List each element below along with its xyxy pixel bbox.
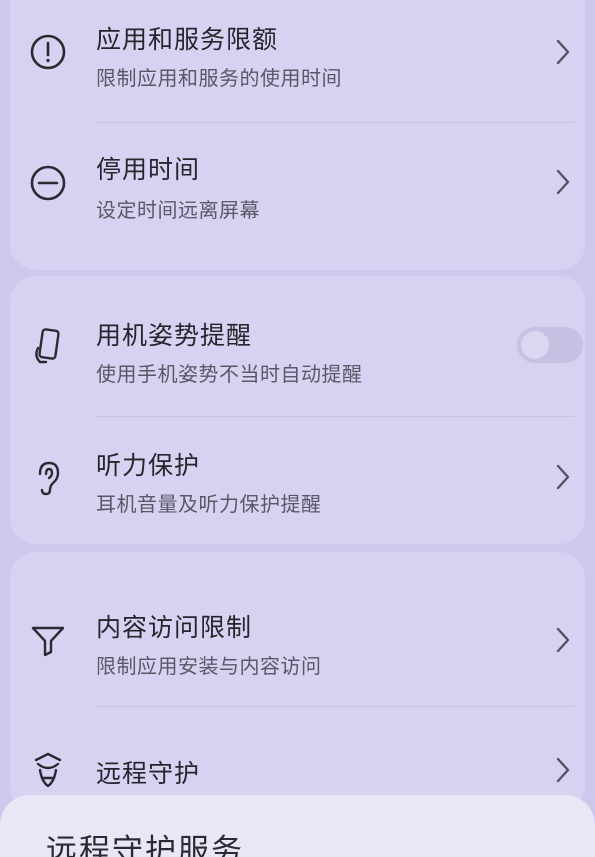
divider [96,706,575,707]
bottom-sheet-title: 远程守护服务 [46,833,244,857]
ear-icon [28,458,68,498]
hearing-protection-title: 听力保护 [96,451,201,480]
bottom-sheet: 远程守护服务 [0,795,595,857]
divider [96,416,575,417]
minus-circle-icon [28,163,68,203]
toggle-knob [521,331,549,359]
app-limits-title: 应用和服务限额 [96,25,279,54]
alert-circle-icon [28,32,68,72]
app-limits-row[interactable]: 应用和服务限额 限制应用和服务的使用时间 [10,0,585,116]
downtime-title: 停用时间 [96,155,201,184]
shield-guard-icon [28,750,68,790]
content-restrictions-title: 内容访问限制 [96,613,253,642]
content-restrictions-subtitle: 限制应用安装与内容访问 [96,654,322,678]
hearing-protection-row[interactable]: 听力保护 耳机音量及听力保护提醒 [10,420,585,540]
divider [96,122,575,123]
content-restrictions-row[interactable]: 内容访问限制 限制应用安装与内容访问 [10,584,585,704]
chevron-right-icon [555,626,571,654]
hearing-protection-subtitle: 耳机音量及听力保护提醒 [96,492,322,516]
app-limits-subtitle: 限制应用和服务的使用时间 [96,66,342,90]
chevron-right-icon [555,168,571,196]
phone-hand-icon [28,326,68,366]
posture-reminder-title: 用机姿势提醒 [96,321,253,350]
chevron-right-icon [555,463,571,491]
posture-reminder-subtitle: 使用手机姿势不当时自动提醒 [96,362,363,386]
chevron-right-icon [555,756,571,784]
posture-reminder-row[interactable]: 用机姿势提醒 使用手机姿势不当时自动提醒 [10,290,585,410]
remote-guard-title: 远程守护 [96,759,201,788]
downtime-subtitle: 设定时间远离屏幕 [96,198,260,222]
posture-reminder-toggle[interactable] [517,327,583,363]
filter-icon [28,620,68,660]
downtime-row[interactable]: 停用时间 设定时间远离屏幕 [10,126,585,246]
chevron-right-icon [555,38,571,66]
